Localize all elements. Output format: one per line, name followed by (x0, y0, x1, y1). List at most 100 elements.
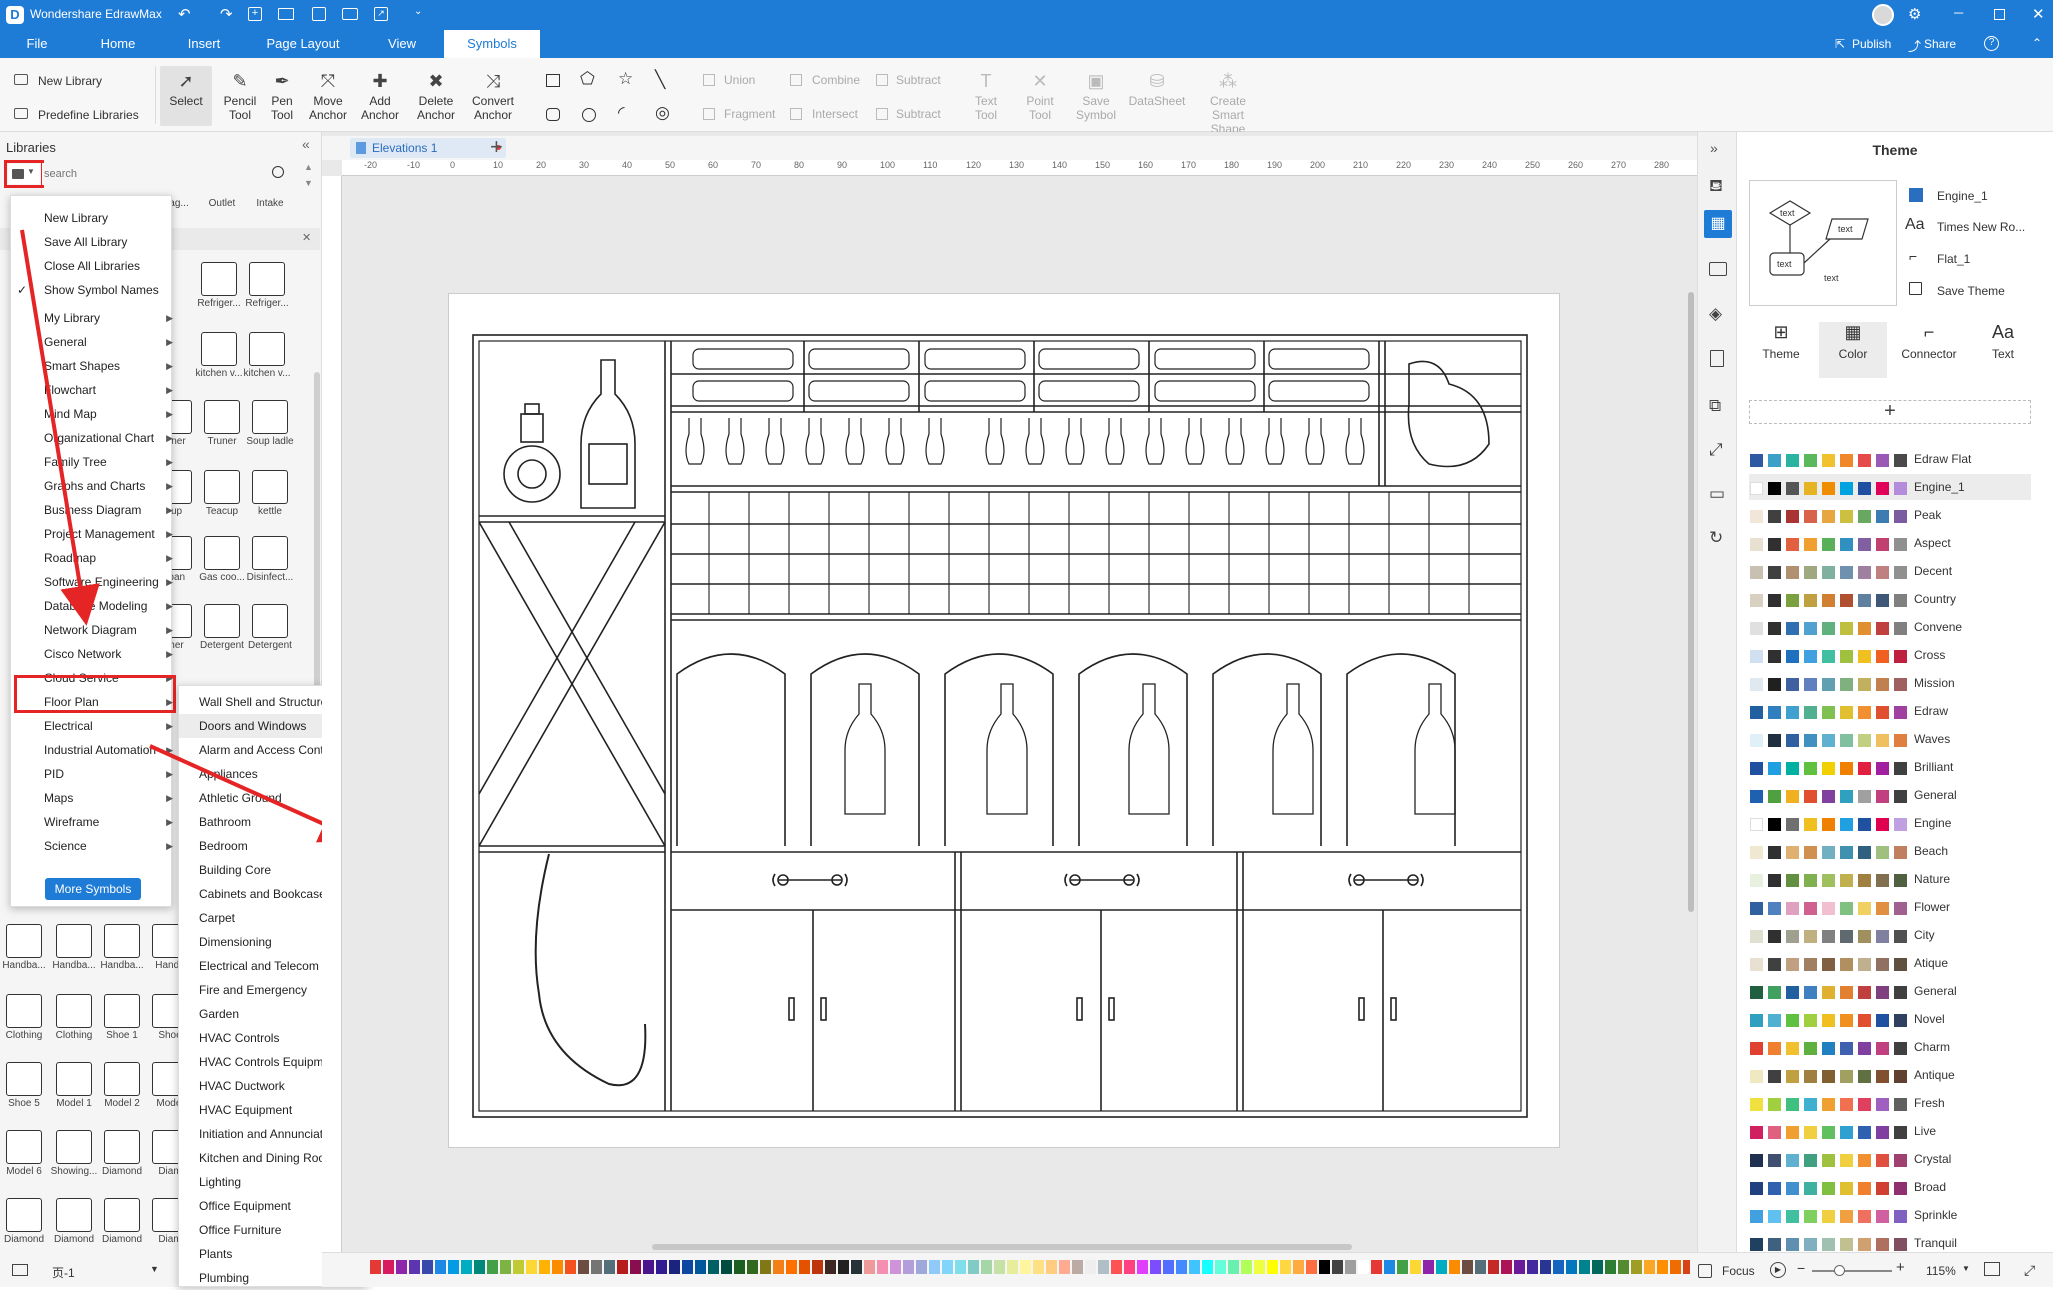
theme-color-option[interactable]: Aspect (1750, 534, 2030, 554)
palette-swatch[interactable] (1111, 1260, 1122, 1274)
palette-swatch[interactable] (903, 1260, 914, 1274)
rounded-rect-shape-icon[interactable] (546, 108, 560, 121)
share-icon[interactable]: ⤴ (1908, 36, 1921, 55)
palette-swatch[interactable] (539, 1260, 550, 1274)
palette-swatch[interactable] (812, 1260, 823, 1274)
fill-bucket-icon[interactable]: ⛾ (1709, 176, 1723, 198)
palette-swatch[interactable] (1241, 1260, 1252, 1274)
palette-swatch[interactable] (383, 1260, 394, 1274)
point-tool-button[interactable]: ✕ Point Tool (1020, 70, 1060, 122)
menu-symbols[interactable]: Symbols (444, 30, 540, 58)
canvas-scrollbar[interactable] (1688, 292, 1694, 912)
theme-color-option[interactable]: Mission (1750, 674, 2030, 694)
palette-swatch[interactable] (1605, 1260, 1616, 1274)
palette-swatch[interactable] (1618, 1260, 1629, 1274)
focus-button[interactable]: Focus (1722, 1264, 1755, 1278)
palette-swatch[interactable] (942, 1260, 953, 1274)
palette-swatch[interactable] (1449, 1260, 1460, 1274)
palette-swatch[interactable] (1150, 1260, 1161, 1274)
palette-swatch[interactable] (1644, 1260, 1655, 1274)
zoom-slider-thumb[interactable] (1834, 1265, 1845, 1276)
theme-color-option[interactable]: General (1750, 982, 2030, 1002)
play-icon[interactable]: ▶ (1770, 1262, 1786, 1278)
zoom-out-icon[interactable]: − (1797, 1260, 1805, 1276)
theme-tab-color[interactable]: ▦ Color (1819, 322, 1887, 378)
library-symbol[interactable]: Diamond (0, 1198, 48, 1245)
cognac-bottle[interactable] (503, 403, 561, 503)
more-chevron-icon[interactable]: ⌄ (414, 6, 422, 17)
arc-shape-icon[interactable]: ◜ (618, 103, 625, 123)
palette-swatch[interactable] (1514, 1260, 1525, 1274)
palette-swatch[interactable] (1436, 1260, 1447, 1274)
page-name[interactable]: 页-1 (52, 1264, 75, 1281)
layers-icon[interactable]: ◈ (1709, 304, 1722, 324)
palette-swatch[interactable] (708, 1260, 719, 1274)
document-tab[interactable]: Elevations 1 (350, 138, 506, 158)
palette-swatch[interactable] (669, 1260, 680, 1274)
palette-swatch[interactable] (1410, 1260, 1421, 1274)
palette-swatch[interactable] (1072, 1260, 1083, 1274)
palette-swatch[interactable] (1397, 1260, 1408, 1274)
palette-scrollbar[interactable] (652, 1244, 1352, 1250)
palette-swatch[interactable] (734, 1260, 745, 1274)
palette-swatch[interactable] (1085, 1260, 1096, 1274)
palette-swatch[interactable] (760, 1260, 771, 1274)
theme-color-option[interactable]: Decent (1750, 562, 2030, 582)
convert-anchor-button[interactable]: ⤨ Convert Anchor (466, 70, 520, 122)
palette-swatch[interactable] (1007, 1260, 1018, 1274)
theme-color-option[interactable]: Crystal (1750, 1150, 2030, 1170)
theme-grid-icon[interactable]: ▦ (1704, 210, 1732, 238)
theme-color-option[interactable]: Atique (1750, 954, 2030, 974)
theme-color-option[interactable]: Live (1750, 1122, 2030, 1142)
palette-swatch[interactable] (409, 1260, 420, 1274)
palette-swatch[interactable] (981, 1260, 992, 1274)
library-symbol[interactable]: Model 2 (98, 1062, 146, 1109)
zoom-dropdown-icon[interactable]: ▼ (1962, 1264, 1970, 1273)
palette-swatch[interactable] (617, 1260, 628, 1274)
library-symbol[interactable]: Showing... (50, 1130, 98, 1177)
palette-swatch[interactable] (916, 1260, 927, 1274)
palette-swatch[interactable] (799, 1260, 810, 1274)
palette-swatch[interactable] (1631, 1260, 1642, 1274)
fullscreen-icon[interactable]: ⤢ (2024, 1262, 2035, 1279)
palette-swatch[interactable] (1280, 1260, 1291, 1274)
palette-swatch[interactable] (1020, 1260, 1031, 1274)
drawing-page[interactable] (448, 293, 1560, 1148)
palette-swatch[interactable] (1254, 1260, 1265, 1274)
palette-swatch[interactable] (370, 1260, 381, 1274)
palette-swatch[interactable] (994, 1260, 1005, 1274)
library-symbol[interactable]: Diamond (98, 1130, 146, 1177)
theme-color-option[interactable]: Country (1750, 590, 2030, 610)
add-tab-icon[interactable]: + (490, 134, 503, 160)
palette-swatch[interactable] (448, 1260, 459, 1274)
fit-page-icon[interactable]: ⤢ (1709, 440, 1723, 460)
subtract-button[interactable]: Subtract (896, 73, 941, 87)
theme-color-option[interactable]: Fresh (1750, 1094, 2030, 1114)
theme-tab-text[interactable]: Aa Text (1971, 322, 2035, 378)
palette-swatch[interactable] (422, 1260, 433, 1274)
spiral-shape-icon[interactable]: ◎ (655, 103, 670, 123)
palette-swatch[interactable] (1033, 1260, 1044, 1274)
palette-swatch[interactable] (1059, 1260, 1070, 1274)
theme-color-option[interactable]: Cross (1750, 646, 2030, 666)
minimize-icon[interactable]: ─ (1954, 5, 1963, 20)
palette-swatch[interactable] (1579, 1260, 1590, 1274)
combine-button[interactable]: Combine (812, 73, 860, 87)
publish-button[interactable]: Publish (1852, 37, 1891, 51)
library-symbol[interactable]: Clothing (50, 994, 98, 1041)
palette-swatch[interactable] (396, 1260, 407, 1274)
palette-swatch[interactable] (643, 1260, 654, 1274)
palette-swatch[interactable] (1176, 1260, 1187, 1274)
palette-swatch[interactable] (1592, 1260, 1603, 1274)
theme-preview[interactable]: text text text text (1749, 180, 1897, 306)
create-smart-shape-button[interactable]: ⁂ Create Smart Shape (1190, 70, 1266, 136)
fit-window-icon[interactable] (1984, 1262, 2000, 1276)
zoom-in-icon[interactable]: + (1896, 1259, 1905, 1276)
intersect-button[interactable]: Intersect (812, 107, 858, 121)
theme-color-option[interactable]: Convene (1750, 618, 2030, 638)
avatar[interactable] (1872, 4, 1894, 26)
rectangle-shape-icon[interactable] (546, 74, 560, 87)
palette-swatch[interactable] (1267, 1260, 1278, 1274)
star-shape-icon[interactable]: ☆ (618, 69, 633, 89)
theme-connector-option[interactable]: Flat_1 (1937, 252, 1970, 266)
